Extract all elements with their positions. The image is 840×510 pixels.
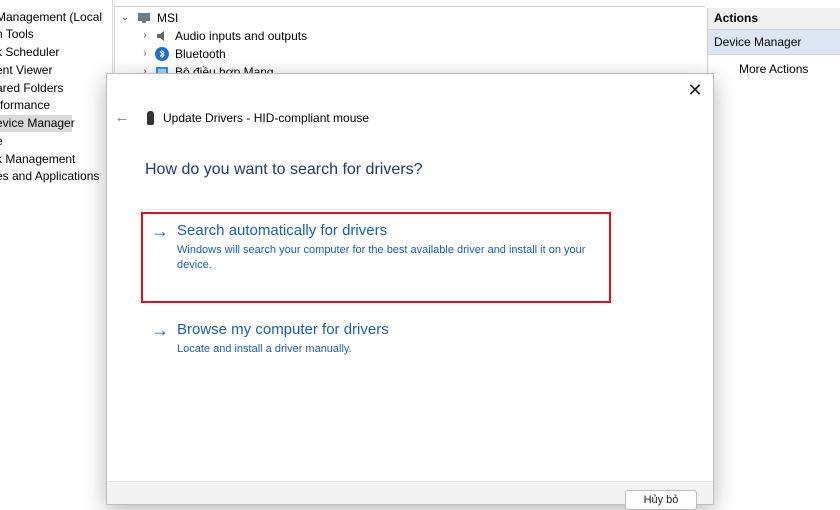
back-arrow-icon[interactable]: ←: [114, 110, 130, 126]
tree-item-disk-management[interactable]: k Management: [0, 151, 75, 168]
chevron-right-icon[interactable]: ›: [139, 27, 151, 45]
actions-header: Actions: [708, 8, 840, 30]
tree-item-label: Audio inputs and outputs: [175, 29, 308, 43]
mouse-device-icon: [147, 111, 154, 125]
divider: [145, 209, 607, 210]
tree-item-services-applications[interactable]: es and Applications: [0, 168, 99, 185]
dialog-question-heading: How do you want to search for drivers?: [145, 161, 423, 178]
tree-item-label: Bluetooth: [175, 47, 226, 61]
tree-item-storage[interactable]: e: [0, 133, 3, 150]
bluetooth-icon: [155, 47, 169, 61]
update-drivers-dialog: ✕ ← Update Drivers - HID-compliant mouse…: [106, 73, 714, 510]
option-description: Locate and install a driver manually.: [177, 343, 352, 355]
close-button[interactable]: ✕: [685, 80, 705, 100]
tree-item-device-manager[interactable]: evice Manager: [0, 115, 75, 132]
speaker-icon: [157, 31, 164, 41]
tree-item-system-tools[interactable]: n Tools: [0, 26, 34, 43]
dialog-title: Update Drivers - HID-compliant mouse: [163, 111, 370, 125]
actions-section-device-manager[interactable]: Device Manager: [708, 30, 840, 55]
browse-computer-option[interactable]: → Browse my computer for drivers Locate …: [151, 320, 621, 356]
tree-item-task-scheduler[interactable]: k Scheduler: [0, 44, 59, 61]
chevron-right-icon[interactable]: ›: [139, 45, 151, 63]
chevron-down-icon[interactable]: ⌄: [119, 9, 131, 27]
tree-item-event-viewer[interactable]: ent Viewer: [0, 62, 52, 79]
tree-item-computer-management[interactable]: Management (Local: [0, 9, 102, 26]
tree-item-bluetooth[interactable]: › Bluetooth: [139, 45, 439, 63]
tree-item-shared-folders[interactable]: ared Folders: [0, 80, 63, 97]
option-title: Browse my computer for drivers: [177, 321, 389, 338]
tree-item-audio[interactable]: › Audio inputs and outputs: [139, 27, 439, 45]
red-highlight-box: [141, 212, 611, 303]
actions-pane: Actions Device Manager More Actions: [707, 8, 840, 500]
dialog-footer: Hủy bỏ: [107, 481, 713, 510]
more-actions-link[interactable]: More Actions: [708, 57, 840, 81]
tree-root-msi[interactable]: ⌄ MSI: [119, 9, 319, 27]
cancel-button[interactable]: Hủy bỏ: [625, 490, 697, 510]
console-tree-pane: Management (Local n Tools k Scheduler en…: [0, 0, 113, 500]
computer-icon: [138, 13, 150, 23]
tree-item-performance[interactable]: rformance: [0, 97, 50, 114]
arrow-right-icon: →: [151, 320, 169, 340]
tree-root-label: MSI: [157, 11, 179, 25]
